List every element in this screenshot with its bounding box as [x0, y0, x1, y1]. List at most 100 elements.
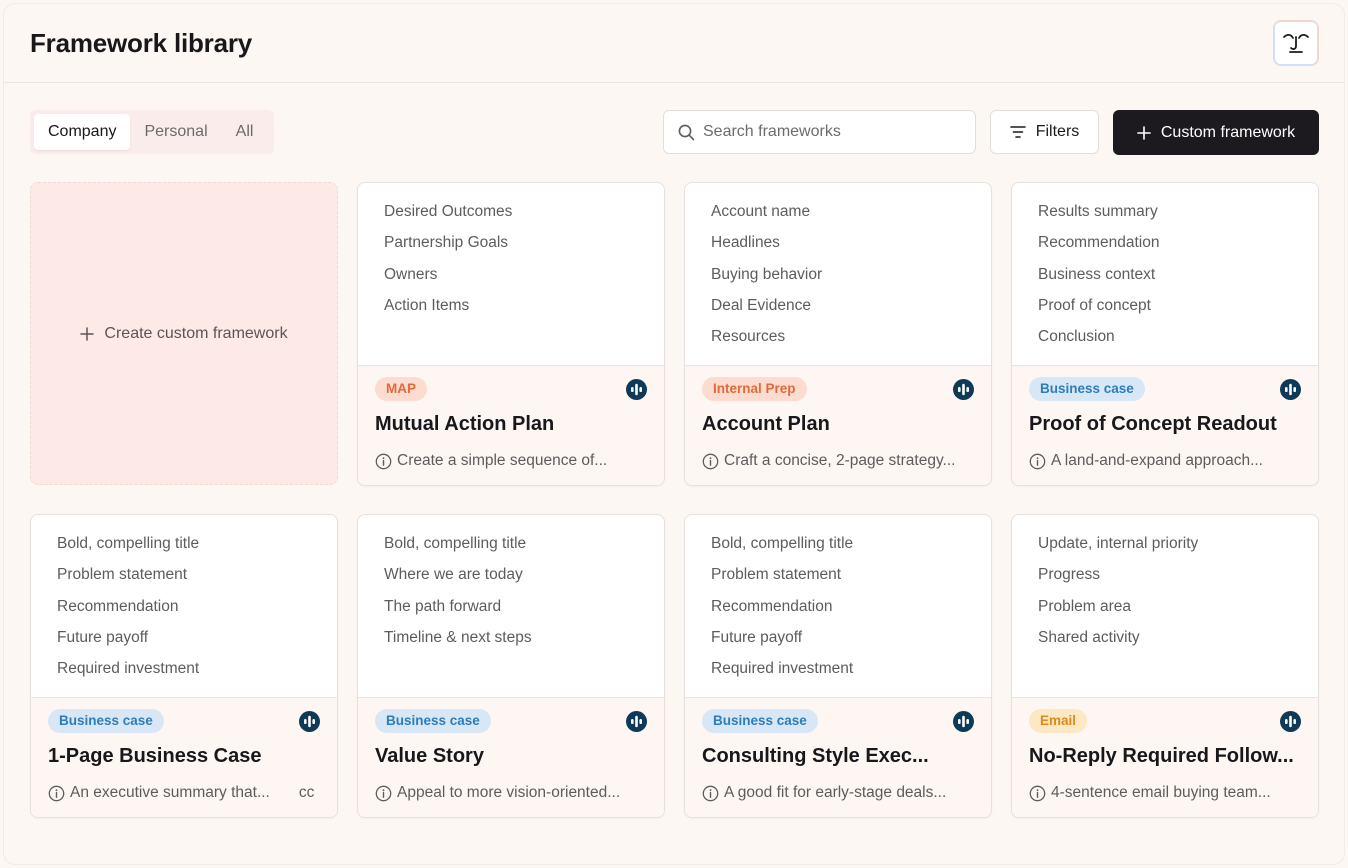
section-item: Recommendation — [1038, 234, 1160, 252]
search-box — [663, 110, 976, 154]
card-description: A land-and-expand approach... — [1029, 452, 1314, 470]
info-icon — [1029, 453, 1046, 469]
search-icon — [678, 124, 695, 140]
section-list: Account name Headlines Buying behavior Deal… — [685, 183, 991, 366]
section-item: Owners — [384, 265, 438, 283]
info-icon — [1029, 785, 1046, 801]
section-item: Headlines — [711, 234, 780, 252]
category-badge: Business case — [702, 709, 818, 733]
section-item: Where we are today — [384, 566, 523, 584]
card-title: Consulting Style Exec... — [702, 745, 929, 767]
section-list: Bold, compelling title Where we are today… — [358, 515, 664, 698]
section-item: Recommendation — [57, 597, 179, 615]
brand-icon — [299, 711, 320, 732]
tab-company[interactable]: Company — [34, 114, 131, 150]
description-text: A good fit for early-stage deals... — [724, 784, 947, 801]
section-item: Action Items — [384, 296, 470, 314]
card-footer: Business case Proof of Concept Readout A l… — [1012, 366, 1318, 485]
overflow-text: cc — [298, 784, 315, 801]
section-item: Conclusion — [1038, 328, 1115, 346]
section-item: Required investment — [57, 660, 200, 678]
plus-icon — [80, 326, 95, 341]
card-footer: Business case Consulting Style Exec... A g… — [685, 698, 991, 817]
section-item: Future payoff — [57, 628, 149, 646]
section-item: Problem area — [1038, 597, 1132, 615]
framework-card[interactable]: Update, internal priority Progress Problem… — [1011, 514, 1319, 818]
tab-all[interactable]: All — [222, 114, 268, 150]
category-badge: Business case — [1029, 377, 1145, 401]
section-item: Bold, compelling title — [711, 535, 854, 552]
card-description: Craft a concise, 2-page strategy... — [702, 452, 987, 470]
category-badge: MAP — [375, 377, 427, 401]
description-text: Craft a concise, 2-page strategy... — [724, 452, 956, 469]
description-text: Appeal to more vision-oriented... — [397, 784, 621, 801]
section-item: Required investment — [711, 660, 854, 678]
create-custom-framework-card[interactable]: Create custom framework — [30, 182, 338, 485]
top-bar: Framework library — [4, 4, 1344, 83]
card-title: Value Story — [375, 745, 484, 767]
card-description: An executive summary that... cc — [48, 784, 333, 802]
framework-card[interactable]: Bold, compelling title Problem statement R… — [684, 514, 992, 818]
section-item: Partnership Goals — [384, 234, 509, 252]
section-item: Future payoff — [711, 628, 803, 646]
info-icon — [702, 785, 719, 801]
card-title: 1-Page Business Case — [48, 745, 262, 767]
custom-framework-label: Custom framework — [1160, 123, 1296, 141]
info-icon — [375, 453, 392, 469]
description-text: A land-and-expand approach... — [1051, 452, 1263, 469]
section-item: Shared activity — [1038, 628, 1140, 646]
section-item: Account name — [711, 203, 811, 220]
section-list: Bold, compelling title Problem statement R… — [685, 515, 991, 698]
card-description: 4-sentence email buying team... — [1029, 784, 1314, 802]
brand-icon — [1280, 379, 1301, 400]
custom-framework-button[interactable]: Custom framework — [1113, 110, 1319, 155]
section-item: Deal Evidence — [711, 296, 811, 314]
category-badge: Business case — [48, 709, 164, 733]
card-footer: Internal Prep Account Plan Craft a concise… — [685, 366, 991, 485]
card-title: Mutual Action Plan — [375, 413, 555, 435]
framework-card[interactable]: Bold, compelling title Where we are today… — [357, 514, 665, 818]
brand-icon — [626, 711, 647, 732]
card-footer: MAP Mutual Action Plan Create a simple seq… — [358, 366, 664, 485]
section-list: Update, internal priority Progress Problem… — [1012, 515, 1318, 698]
description-text: Create a simple sequence of... — [397, 452, 608, 469]
filters-label: Filters — [1035, 123, 1080, 140]
section-item: Problem statement — [57, 566, 188, 584]
section-item: Proof of concept — [1038, 296, 1151, 314]
card-description: A good fit for early-stage deals... — [702, 784, 987, 802]
card-title: Proof of Concept Readout — [1029, 413, 1277, 435]
section-item: Desired Outcomes — [384, 203, 513, 220]
framework-card[interactable]: Bold, compelling title Problem statement R… — [30, 514, 338, 818]
card-footer: Business case Value Story Appeal to more v… — [358, 698, 664, 817]
framework-card[interactable]: Account name Headlines Buying behavior Deal… — [684, 182, 992, 486]
section-item: Update, internal priority — [1038, 535, 1199, 552]
card-description: Create a simple sequence of... — [375, 452, 660, 470]
framework-card[interactable]: Results summary Recommendation Business co… — [1011, 182, 1319, 486]
tab-personal[interactable]: Personal — [130, 114, 221, 150]
brand-icon — [1280, 711, 1301, 732]
scope-tabs: Company Personal All — [30, 110, 274, 154]
section-item: Recommendation — [711, 597, 833, 615]
filters-button[interactable]: Filters — [990, 110, 1099, 154]
card-footer: Business case 1-Page Business Case An exec… — [31, 698, 337, 817]
plus-icon — [1137, 125, 1151, 140]
section-item: Buying behavior — [711, 265, 823, 283]
create-card-label: Create custom framework — [104, 324, 288, 342]
search-input[interactable] — [703, 123, 963, 141]
face-logo-icon[interactable] — [1273, 20, 1319, 66]
section-item: Bold, compelling title — [384, 535, 527, 552]
section-item: Progress — [1038, 566, 1101, 584]
section-item: Timeline & next steps — [384, 628, 532, 646]
section-item: Resources — [711, 328, 786, 346]
section-item: The path forward — [384, 597, 502, 615]
info-icon — [702, 453, 719, 469]
description-text: 4-sentence email buying team... — [1051, 784, 1271, 801]
card-description: Appeal to more vision-oriented... — [375, 784, 660, 802]
category-badge: Business case — [375, 709, 491, 733]
section-item: Results summary — [1038, 203, 1158, 220]
card-title: No-Reply Required Follow... — [1029, 745, 1294, 767]
section-list: Bold, compelling title Problem statement R… — [31, 515, 337, 698]
framework-card[interactable]: Desired Outcomes Partnership Goals Owners A… — [357, 182, 665, 486]
section-item: Business context — [1038, 265, 1156, 283]
info-icon — [48, 785, 65, 801]
